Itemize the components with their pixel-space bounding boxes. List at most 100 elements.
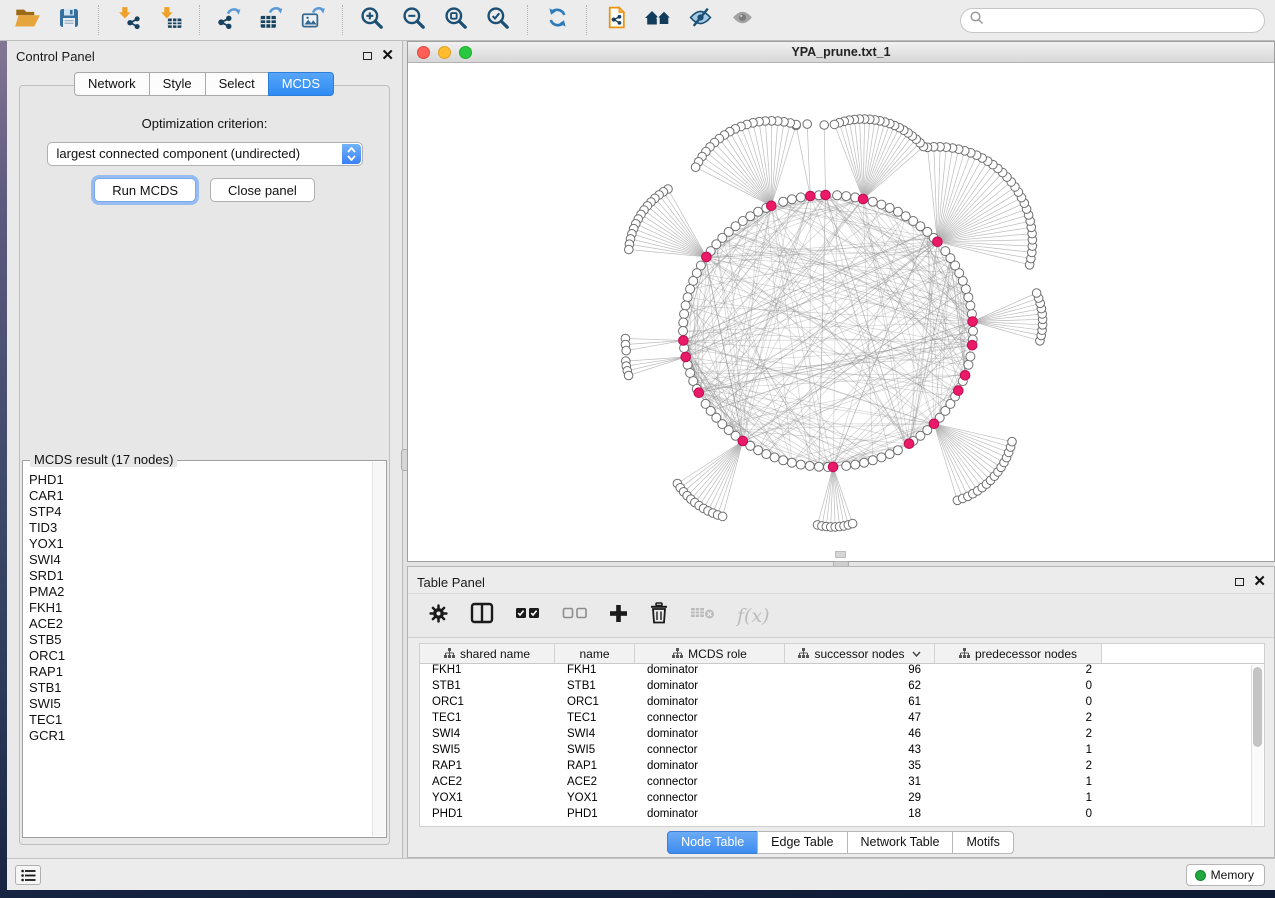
tab-network[interactable]: Network [74,72,150,96]
mcds-result-item[interactable]: PHD1 [23,472,386,488]
float-panel-icon[interactable] [363,52,372,60]
run-mcds-button[interactable]: Run MCDS [94,178,196,202]
mcds-result-item[interactable]: TID3 [23,520,386,536]
table-row[interactable]: RAP1 RAP1 dominator 35 2 [420,760,1251,776]
zoom-in-button[interactable] [354,4,390,36]
tab-select[interactable]: Select [205,72,269,96]
table-settings-button[interactable] [428,603,449,629]
zoom-selected-button[interactable] [480,4,516,36]
network-document-button[interactable] [598,4,634,36]
tab-network-table[interactable]: Network Table [847,831,954,854]
zoom-fit-icon [443,5,469,36]
delete-column-button[interactable] [649,602,669,629]
select-all-icon [515,605,541,626]
toolbar-separator [342,5,343,35]
table-row[interactable]: SWI5 SWI5 connector 43 1 [420,744,1251,760]
control-panel-title: Control Panel [16,49,95,64]
table-row[interactable]: PHD1 PHD1 dominator 18 0 [420,808,1251,824]
mcds-list-scrollbar[interactable] [372,462,385,836]
mcds-result-item[interactable]: STB5 [23,632,386,648]
add-column-button[interactable] [609,604,628,628]
search-input[interactable] [985,12,1256,28]
mcds-panel: Optimization criterion: largest connecte… [19,85,390,845]
tab-motifs[interactable]: Motifs [952,831,1013,854]
table-scrollbar[interactable] [1251,665,1263,825]
table-panel-title: Table Panel [417,575,485,590]
export-table-button[interactable] [253,4,289,36]
mcds-result-item[interactable]: FKH1 [23,600,386,616]
mcds-result-item[interactable]: SWI5 [23,696,386,712]
tab-mcds[interactable]: MCDS [268,72,334,96]
column-header-predecessor-nodes[interactable]: predecessor nodes [935,644,1102,663]
mcds-result-item[interactable]: SRD1 [23,568,386,584]
import-table-button[interactable] [152,4,188,36]
neighbors-icon [643,5,673,35]
mcds-result-item[interactable]: STB1 [23,680,386,696]
zoom-selected-icon [485,5,511,36]
float-panel-icon[interactable] [1235,578,1244,586]
export-image-button[interactable] [295,4,331,36]
tab-edge-table[interactable]: Edge Table [757,831,847,854]
export-network-button[interactable] [211,4,247,36]
refresh-button[interactable] [539,4,575,36]
table-body: FKH1 FKH1 dominator 96 2 STB1 STB1 domin… [420,664,1251,826]
mcds-result-item[interactable]: ACE2 [23,616,386,632]
task-history-button[interactable] [15,865,41,885]
hide-selected-icon [687,5,714,35]
column-header-successor-nodes[interactable]: successor nodes [785,644,935,663]
criterion-select[interactable]: largest connected component (undirected) [47,142,363,166]
show-all-button[interactable] [724,4,760,36]
mcds-result-item[interactable]: YOX1 [23,536,386,552]
zoom-out-button[interactable] [396,4,432,36]
search-icon [969,10,985,31]
function-builder-button-disabled: f(x) [737,605,770,627]
network-titlebar: YPA_prune.txt_1 [408,42,1274,63]
network-canvas[interactable] [408,63,1274,561]
import-table-icon [158,5,183,35]
table-row[interactable]: YOX1 YOX1 connector 29 1 [420,792,1251,808]
list-icon [21,869,36,882]
search-box[interactable] [960,8,1265,33]
table-row[interactable]: ACE2 ACE2 connector 31 1 [420,776,1251,792]
tab-style[interactable]: Style [149,72,206,96]
mcds-result-item[interactable]: CAR1 [23,488,386,504]
open-button[interactable] [9,4,45,36]
column-header-mcds-role[interactable]: MCDS role [635,644,785,663]
mcds-result-item[interactable]: ORC1 [23,648,386,664]
mcds-result-item[interactable]: TEC1 [23,712,386,728]
mcds-result-item[interactable]: RAP1 [23,664,386,680]
column-header-name[interactable]: name [555,644,635,663]
network-resize-grip[interactable] [835,551,846,558]
select-all-button[interactable] [515,605,541,626]
memory-button[interactable]: Memory [1186,864,1265,886]
table-row[interactable]: SWI4 SWI4 dominator 46 2 [420,728,1251,744]
scrollbar-thumb[interactable] [1253,667,1262,747]
save-button[interactable] [51,4,87,36]
zoom-fit-button[interactable] [438,4,474,36]
table-row[interactable]: TEC1 TEC1 connector 47 2 [420,712,1251,728]
neighbors-button[interactable] [640,4,676,36]
node-table: shared name name MCDS role successor nod… [419,643,1265,827]
tab-node-table[interactable]: Node Table [667,831,758,854]
mcds-result-list[interactable]: PHD1CAR1STP4TID3YOX1SWI4SRD1PMA2FKH1ACE2… [23,461,386,837]
refresh-icon [545,5,570,35]
table-panel: Table Panel ✕ [407,566,1275,858]
mcds-result-box: MCDS result (17 nodes) PHD1CAR1STP4TID3Y… [22,460,387,838]
mcds-result-item[interactable]: STP4 [23,504,386,520]
select-stepper-icon [342,144,361,164]
deselect-all-button[interactable] [562,605,588,626]
close-panel-button[interactable]: Close panel [210,178,315,202]
table-row[interactable]: FKH1 FKH1 dominator 96 2 [420,664,1251,680]
mcds-result-item[interactable]: GCR1 [23,728,386,744]
show-columns-button[interactable] [470,602,494,629]
hide-selected-button[interactable] [682,4,718,36]
close-panel-icon[interactable]: ✕ [1253,577,1266,587]
table-row[interactable]: ORC1 ORC1 dominator 61 0 [420,696,1251,712]
mcds-result-item[interactable]: PMA2 [23,584,386,600]
column-header-shared-name[interactable]: shared name [420,644,555,663]
table-row[interactable]: STB1 STB1 dominator 62 0 [420,680,1251,696]
import-network-button[interactable] [110,4,146,36]
toolbar-separator [527,5,528,35]
close-panel-icon[interactable]: ✕ [381,51,394,61]
mcds-result-item[interactable]: SWI4 [23,552,386,568]
